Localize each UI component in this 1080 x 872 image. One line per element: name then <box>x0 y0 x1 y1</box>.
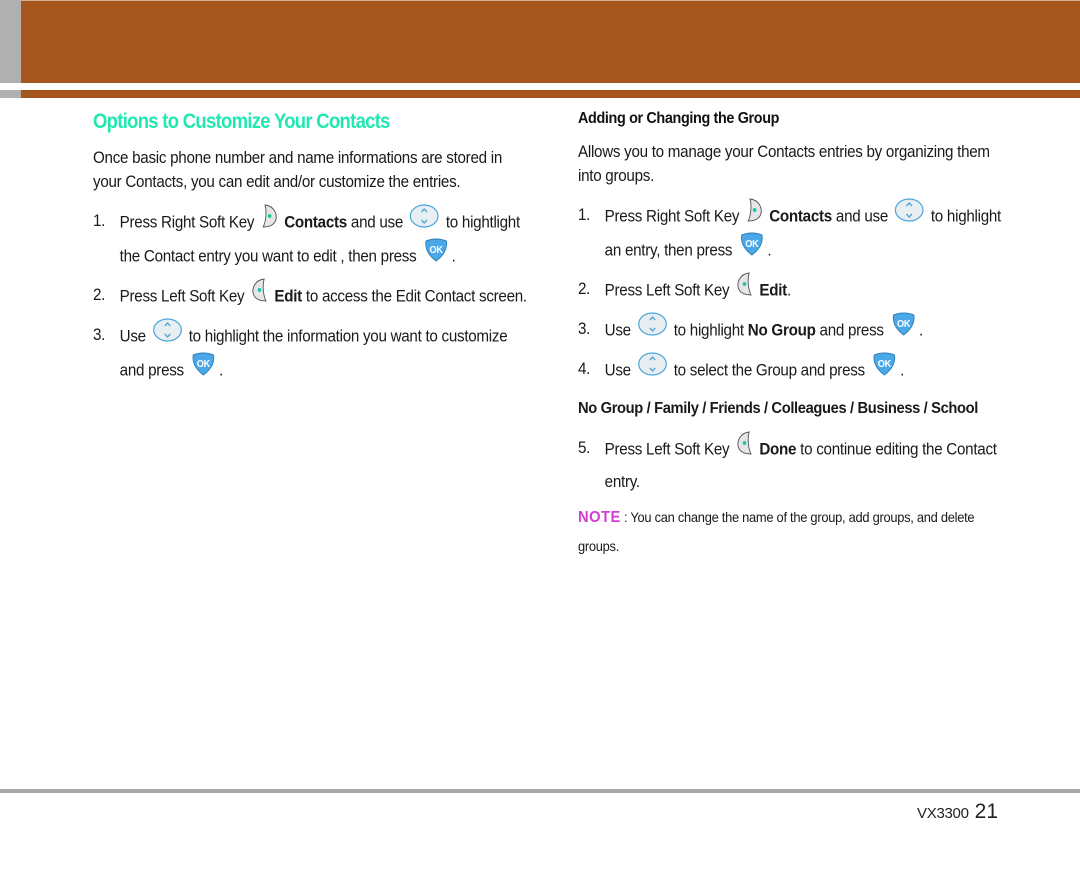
navigation-key-icon <box>637 312 667 346</box>
step-number: 2. <box>93 286 106 304</box>
step-text: Use to select the Group and press OK . <box>605 352 1006 388</box>
section-title: Options to Customize Your Contacts <box>93 110 390 133</box>
right-soft-key-icon <box>261 204 278 238</box>
ok-key-icon: OK <box>191 352 217 386</box>
navigation-key-icon <box>152 318 182 352</box>
step-number: 1. <box>93 212 106 230</box>
step-1: 1. Press Right Soft Key Contacts and use… <box>93 204 530 274</box>
step-2: 2. Press Left Soft Key Edit to access th… <box>93 278 530 314</box>
step-number: 3. <box>578 320 591 338</box>
footer-rule <box>0 789 1080 793</box>
ok-key-icon: OK <box>739 232 765 266</box>
step-text: Use to highlight No Group and press OK . <box>605 312 1006 348</box>
step-4: 4. Use to select the Group and press OK … <box>578 352 1006 388</box>
step-number: 3. <box>93 326 106 344</box>
ok-key-icon: OK <box>890 312 916 346</box>
step-number: 4. <box>578 360 591 378</box>
step-3: 3. Use to highlight the information you … <box>93 318 530 388</box>
header-tab <box>0 0 21 83</box>
intro-paragraph: Once basic phone number and name informa… <box>93 149 503 191</box>
step-number: 5. <box>578 439 591 457</box>
header-band <box>21 0 1080 83</box>
note-text: : You can change the name of the group, … <box>578 509 975 554</box>
svg-text:OK: OK <box>429 245 443 256</box>
navigation-key-icon <box>637 352 667 386</box>
step-3: 3. Use to highlight No Group and press O… <box>578 312 1006 348</box>
header-tab-stripe <box>0 90 21 98</box>
step-text: Press Left Soft Key Edit. <box>605 272 1006 308</box>
svg-text:OK: OK <box>197 359 211 370</box>
step-number: 1. <box>578 206 591 224</box>
page-number: 21 <box>974 800 998 823</box>
left-column: Options to Customize Your Contacts Once … <box>93 110 533 394</box>
svg-text:OK: OK <box>745 239 759 250</box>
step-number: 2. <box>578 280 591 298</box>
group-options: No Group / Family / Friends / Colleagues… <box>578 400 978 417</box>
navigation-key-icon <box>410 204 439 238</box>
svg-text:OK: OK <box>878 359 892 370</box>
step-5: 5. Press Left Soft Key Done to continue … <box>578 431 1006 497</box>
step-2: 2. Press Left Soft Key Edit. <box>578 272 1006 308</box>
left-soft-key-icon <box>251 278 268 312</box>
right-column: Adding or Changing the Group Allows you … <box>578 110 1008 560</box>
intro-paragraph: Allows you to manage your Contacts entri… <box>578 143 990 185</box>
section-heading: Adding or Changing the Group <box>578 110 780 127</box>
navigation-key-icon <box>895 198 924 232</box>
step-text: Press Right Soft Key Contacts and use to… <box>605 198 1006 268</box>
note: NOTE : You can change the name of the gr… <box>578 503 1005 560</box>
left-soft-key-icon <box>736 431 753 465</box>
step-text: Use to highlight the information you wan… <box>120 318 530 388</box>
page-footer: VX3300 21 <box>917 800 998 824</box>
step-1: 1. Press Right Soft Key Contacts and use… <box>578 198 1006 268</box>
svg-text:OK: OK <box>897 319 911 330</box>
note-label: NOTE <box>578 509 621 526</box>
header-stripe <box>21 90 1080 98</box>
model-name: VX3300 <box>917 805 969 822</box>
ok-key-icon: OK <box>872 352 898 386</box>
step-text: Press Left Soft Key Edit to access the E… <box>120 278 530 314</box>
step-text: Press Right Soft Key Contacts and use to… <box>120 204 530 274</box>
ok-key-icon: OK <box>423 238 449 272</box>
right-soft-key-icon <box>746 198 763 232</box>
step-text: Press Left Soft Key Done to continue edi… <box>605 431 1006 497</box>
left-soft-key-icon <box>736 272 753 306</box>
